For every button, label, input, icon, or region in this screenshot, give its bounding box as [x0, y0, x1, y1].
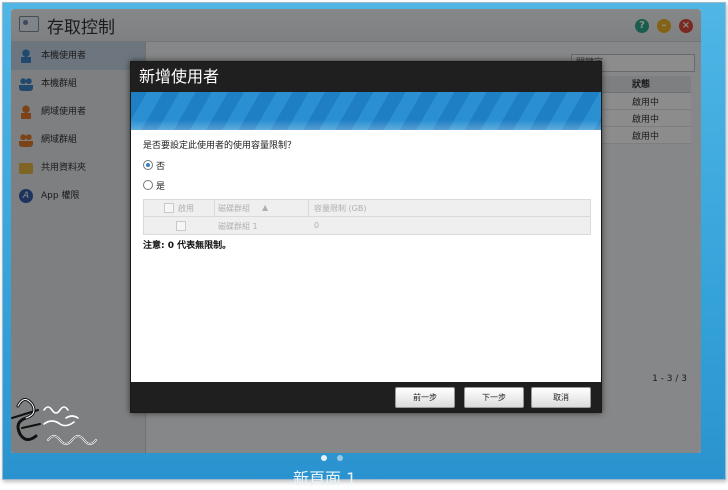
quota-table: 啟用 磁碟群組 ▲ 容量限制 (GB) 磁碟群組 1 0	[143, 199, 591, 235]
row-enable-checkbox[interactable]	[176, 221, 186, 231]
disk-group-cell: 磁碟群組 1	[218, 222, 258, 231]
column-divider	[214, 200, 215, 216]
radio-selected-icon[interactable]	[143, 160, 153, 170]
option-no[interactable]: 否	[143, 159, 165, 172]
enable-header: 啟用	[178, 204, 194, 213]
desktop-page-label: 新頁面 1	[293, 469, 357, 488]
page-dot[interactable]	[336, 455, 343, 461]
dialog-banner	[131, 92, 601, 130]
previous-step-button[interactable]: 前一步	[395, 387, 455, 408]
cancel-button[interactable]: 取消	[531, 387, 591, 408]
quota-question: 是否要設定此使用者的使用容量限制？	[143, 141, 297, 151]
column-divider	[308, 200, 309, 216]
page-dot-active[interactable]	[321, 455, 327, 461]
sort-asc-icon: ▲	[262, 203, 269, 212]
option-label: 是	[156, 182, 166, 192]
quota-table-header: 啟用 磁碟群組 ▲ 容量限制 (GB)	[144, 200, 590, 217]
dialog-title: 新增使用者	[131, 62, 601, 92]
dialog-footer: 前一步 下一步 取消	[131, 382, 601, 412]
access-control-window: 存取控制 ? – × 本機使用者 本機群組 網域使用者 網域群組 共用資料夾 A…	[11, 9, 701, 453]
option-yes[interactable]: 是	[143, 179, 165, 192]
add-user-dialog: 新增使用者 是否要設定此使用者的使用容量限制？ 否 是 啟用 磁碟群組 ▲ 容量…	[130, 61, 602, 413]
quota-limit-cell[interactable]: 0	[314, 221, 319, 230]
select-all-checkbox[interactable]	[164, 203, 174, 213]
page-indicator	[321, 451, 349, 464]
blog-watermark-logo	[11, 398, 97, 445]
next-step-button[interactable]: 下一步	[464, 387, 524, 408]
quota-limit-header: 容量限制 (GB)	[314, 204, 367, 213]
quota-note: 注意: 0 代表無限制。	[143, 241, 232, 251]
radio-unselected-icon[interactable]	[143, 180, 153, 190]
option-label: 否	[156, 162, 166, 172]
disk-group-header: 磁碟群組	[218, 204, 250, 213]
